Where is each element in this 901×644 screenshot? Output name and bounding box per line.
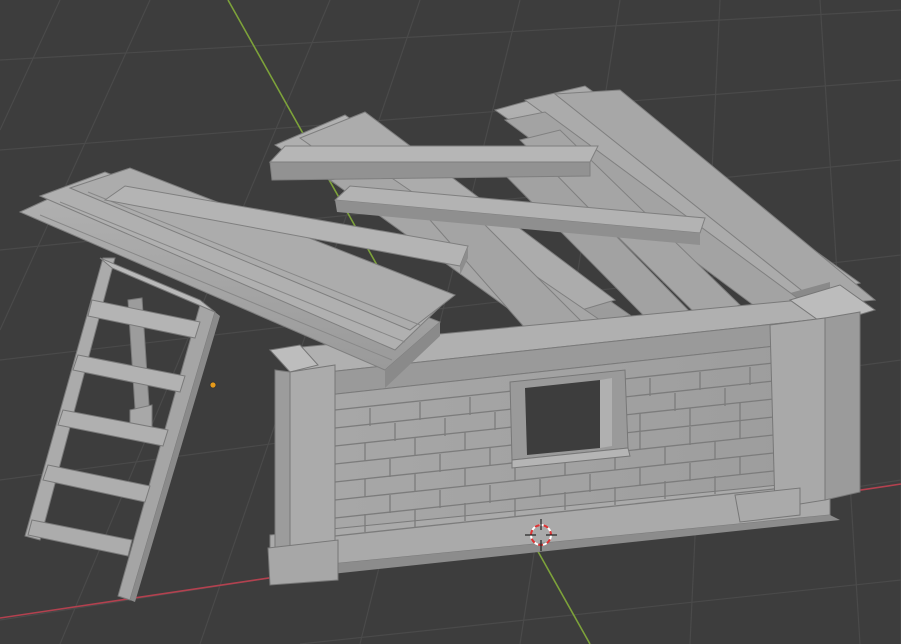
wall-window [509,369,631,469]
viewport-canvas[interactable] [0,0,901,644]
object-origin-dot[interactable] [209,381,217,389]
wall-pillar-left [267,344,339,586]
roof-plank-diagonal-2[interactable] [268,145,599,181]
ladder[interactable] [24,257,220,602]
3d-viewport[interactable] [0,0,901,644]
